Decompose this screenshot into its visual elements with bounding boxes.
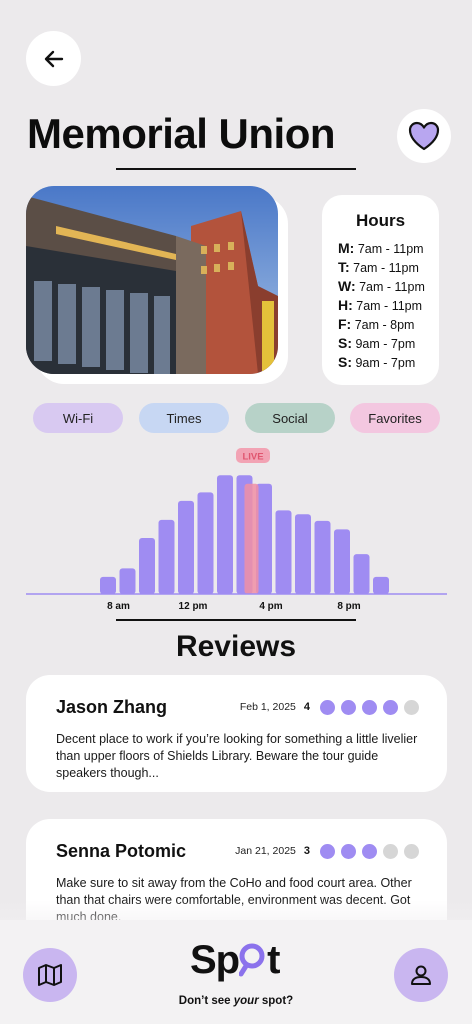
rating-dot-empty	[404, 699, 419, 715]
rating-dot-filled	[362, 843, 377, 859]
rating-dot-empty	[404, 843, 419, 859]
hours-row: T: 7am - 11pm	[338, 259, 419, 275]
rating-dots	[320, 699, 419, 715]
hours-card: Hours M: 7am - 11pm T: 7am - 11pm W: 7am…	[322, 195, 439, 385]
review-score: 3	[303, 845, 310, 857]
hours-row: S: 9am - 7pm	[338, 335, 416, 351]
hours-row: F: 7am - 8pm	[338, 316, 415, 332]
map-button[interactable]	[23, 948, 77, 1002]
chart-divider	[116, 619, 356, 621]
rating-dots	[320, 843, 419, 859]
favorite-button[interactable]	[397, 109, 451, 163]
review-card: Jason Zhang Feb 1, 2025 4 Decent place t…	[26, 675, 447, 792]
profile-button[interactable]	[394, 948, 448, 1002]
chart-bar	[139, 537, 155, 594]
hours-row: W: 7am - 11pm	[338, 278, 425, 294]
tick-label: 12 pm	[179, 601, 208, 612]
page-title: Memorial Union	[27, 110, 336, 157]
review-date: Jan 21, 2025	[235, 845, 296, 857]
live-bar	[244, 483, 259, 594]
filter-chip-times[interactable]: Times	[139, 403, 229, 433]
tick-label: 8 am	[107, 601, 130, 612]
live-label: LIVE	[242, 452, 263, 463]
filter-chip-social[interactable]: Social	[245, 403, 335, 433]
rating-dot-empty	[383, 843, 398, 859]
hours-row: S: 9am - 7pm	[338, 354, 416, 370]
location-photo	[26, 186, 278, 374]
hours-row: M: 7am - 11pm	[338, 240, 424, 256]
magnifier-o-icon	[238, 943, 265, 977]
chart-bar	[373, 576, 389, 594]
tick-label: 4 pm	[259, 601, 282, 612]
user-icon	[411, 965, 431, 985]
tagline-link[interactable]: Don’t see your spot?	[0, 995, 472, 1007]
tick-label: 8 pm	[337, 601, 360, 612]
back-button[interactable]	[26, 31, 81, 86]
reviews-heading: Reviews	[175, 630, 297, 663]
chart-bar	[217, 475, 233, 594]
chart-bar	[334, 529, 350, 594]
review-score: 4	[303, 701, 310, 713]
filter-chip-wifi[interactable]: Wi-Fi	[33, 403, 123, 433]
busyness-chart: LIVE 8 am 12 pm 4 pm 8 pm	[26, 448, 447, 612]
rating-dot-filled	[341, 699, 356, 715]
map-icon	[38, 964, 62, 986]
chart-bar	[353, 554, 370, 594]
chart-bar	[100, 576, 116, 594]
review-text: Decent place to work if you’re looking f…	[56, 732, 418, 780]
app-logo: Sp t	[190, 938, 280, 982]
heart-icon	[408, 121, 440, 151]
reviewer-name: Senna Potomic	[56, 840, 187, 861]
rating-dot-filled	[362, 699, 377, 715]
rating-dot-filled	[320, 843, 335, 859]
review-date: Feb 1, 2025	[239, 701, 296, 713]
rating-dot-filled	[320, 699, 335, 715]
chart-bar	[178, 500, 194, 594]
chart-bar	[197, 492, 214, 594]
arrow-left-icon	[44, 50, 63, 67]
filter-chip-favorites[interactable]: Favorites	[350, 403, 440, 433]
reviewer-name: Jason Zhang	[56, 696, 168, 717]
hours-title: Hours	[355, 211, 406, 230]
chart-bar	[158, 519, 175, 594]
hours-row: H: 7am - 11pm	[338, 297, 423, 313]
chart-bar	[275, 510, 292, 594]
chart-bar	[295, 514, 311, 594]
rating-dot-filled	[341, 843, 356, 859]
chart-bar	[119, 568, 136, 594]
chart-bar	[314, 520, 331, 594]
title-divider	[116, 168, 356, 170]
rating-dot-filled	[383, 699, 398, 715]
